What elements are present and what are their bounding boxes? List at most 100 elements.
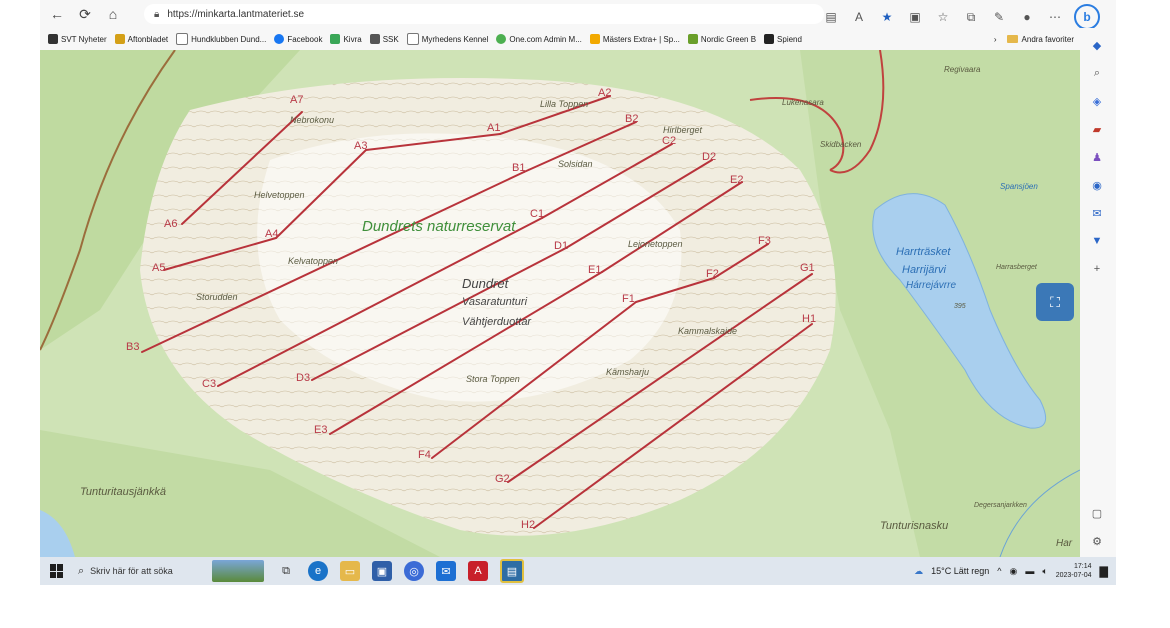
fullscreen-icon: ⛶ [1050,293,1060,310]
bookmark-item[interactable]: Mästers Extra+ | Sp... [589,34,680,44]
point-label-a7: A7 [290,94,304,106]
favorite-star-icon[interactable]: ★ [878,8,896,26]
split-screen-icon[interactable]: ▣ [906,8,924,26]
route-line-a4-a5 [163,237,277,271]
lake-label-harrejavrre: Hárrejávrre [906,280,957,291]
point-label-a2: A2 [598,87,612,99]
weather-icon: ☁ [914,565,924,576]
browser-window: ← ⟳ ⌂ 🔒︎ https://minkarta.lantmateriet.s… [40,0,1116,585]
weather-text[interactable]: 15°C Lätt regn [931,566,989,576]
sidebar-toggle-icon[interactable]: ▢ [1088,504,1106,522]
acrobat-icon[interactable]: A [468,561,488,581]
place-skidbacken: Skidbacken [820,140,862,149]
route-line-a3-a1 [365,133,501,151]
bookmark-item[interactable]: Hundklubben Dund... [176,33,266,45]
bing-icon[interactable]: b [1074,4,1100,30]
wallet-icon[interactable]: ▼ [1088,232,1106,250]
mountain-label-vasaratunturi: Vasaratunturi [462,296,528,308]
reload-icon[interactable]: ⟳ [74,3,96,25]
facebook-icon [274,34,285,44]
bookmark-item[interactable]: Spiend [764,34,802,44]
bookmark-item[interactable]: Nordic Green B [687,34,756,44]
place-helvetoppen: Helvetoppen [254,190,305,200]
bookmark-pin-icon[interactable]: ◆ [1088,36,1106,54]
mountain-label-vahtjerduottar: Vähtjerduottar [462,316,532,328]
games-icon[interactable]: ♟ [1088,148,1106,166]
notes-icon[interactable]: ▤ [500,559,524,583]
search-icon[interactable]: ⌕ [1088,64,1106,82]
point-label-b2: B2 [625,113,639,125]
read-aloud-icon[interactable]: A [850,8,868,26]
store-icon[interactable]: ▣ [372,561,392,581]
weather-thumbnail[interactable] [212,560,264,582]
back-arrow-icon[interactable]: ← [46,3,68,25]
route-lines [141,95,813,529]
home-icon[interactable]: ⌂ [102,3,124,25]
address-bar[interactable]: 🔒︎ https://minkarta.lantmateriet.se [144,4,824,24]
tray-chevron-icon[interactable]: ^ [997,566,1001,576]
windows-start-icon[interactable] [50,564,64,578]
route-line-e2-e1 [601,181,743,273]
lake-label-harrtrasket: Harrträsket [896,246,951,258]
point-label-f3: F3 [758,235,771,247]
bookmark-icon [48,34,58,44]
file-explorer-icon[interactable]: ▭ [340,561,360,581]
taskbar-search[interactable]: ⌕ Skriv här för att söka [78,560,208,582]
chrome-icon[interactable]: ◎ [404,561,424,581]
place-lejonetoppen: Lejonetoppen [628,239,683,249]
point-label-e2: E2 [730,174,744,186]
place-lille-toppen: Lilla Toppen [540,99,589,109]
point-label-f1: F1 [622,293,635,305]
kivra-icon [330,34,341,44]
bookmark-item[interactable]: Kivra [330,34,362,44]
volume-icon[interactable]: 🔈︎ [1042,566,1047,577]
task-view-icon[interactable]: ⧉ [276,561,296,581]
point-label-a3: A3 [354,140,368,152]
bookmark-item[interactable]: SVT Nyheter [48,34,107,44]
spiend-icon [764,34,775,44]
place-stora-toppen: Stora Toppen [466,374,520,384]
other-favorites[interactable]: › Andra favoriter [994,28,1074,50]
add-icon[interactable]: + [1088,260,1106,278]
point-label-h1: H1 [802,313,817,325]
bookmark-item[interactable]: Facebook [274,34,322,44]
notification-icon[interactable]: ▇ [1100,565,1108,578]
outlook-icon[interactable]: ✉ [1088,204,1106,222]
bookmark-item[interactable]: SSK [369,34,399,44]
profile-avatar-icon[interactable]: ● [1018,8,1036,26]
page-icon [406,33,419,45]
bookmark-icon [114,34,125,44]
map-canvas[interactable]: A7 A6 A3 A4 A5 A1 A2 B2 B1 B3 C2 C1 C3 D… [40,50,1080,557]
favorites-icon[interactable]: ☆ [934,8,952,26]
point-label-a6: A6 [164,218,178,230]
tag-icon[interactable]: ◈ [1088,92,1106,110]
point-label-a4: A4 [265,228,279,240]
place-kammalskaide: Kammalskaide [678,326,738,336]
collections-icon[interactable]: ⧉ [962,8,980,26]
nordic-green-icon [687,34,698,44]
point-label-c3: C3 [202,378,217,390]
edge-icon[interactable]: e [308,561,328,581]
place-hirlberget: Hirlberget [663,125,703,135]
fullscreen-button[interactable]: ⛶ [1036,283,1074,321]
bookmark-item[interactable]: Myrhedens Kennel [406,33,488,45]
outlook-icon[interactable]: ✉ [436,561,456,581]
office-icon[interactable]: ◉ [1088,176,1106,194]
bookmark-item[interactable]: One.com Admin M... [496,34,582,44]
place-nebrokonu: Nebrokonu [290,115,335,125]
place-harrasberget: Harrasberget [996,264,1037,271]
place-degersanjarkken: Degersanjarkken [974,502,1027,509]
place-tunturitausjankka: Tunturitausjänkkä [80,486,167,498]
browser-toolbar: ← ⟳ ⌂ 🔒︎ https://minkarta.lantmateriet.s… [40,0,1116,30]
bookmark-item[interactable]: Aftonbladet [114,34,168,44]
briefcase-icon[interactable]: ▰ [1088,120,1106,138]
network-icon[interactable]: ◉ [1009,566,1017,577]
more-menu-icon[interactable]: ⋯ [1046,8,1064,26]
extensions-icon[interactable]: ✎ [990,8,1008,26]
place-har: Har [1056,538,1073,549]
route-line-g1-g2 [507,273,813,483]
clock[interactable]: 17:14 2023-07-04 [1056,562,1092,580]
reader-mode-icon[interactable]: ▤ [822,8,840,26]
settings-gear-icon[interactable]: ⚙ [1088,532,1106,550]
battery-icon[interactable]: ▬ [1025,566,1034,576]
